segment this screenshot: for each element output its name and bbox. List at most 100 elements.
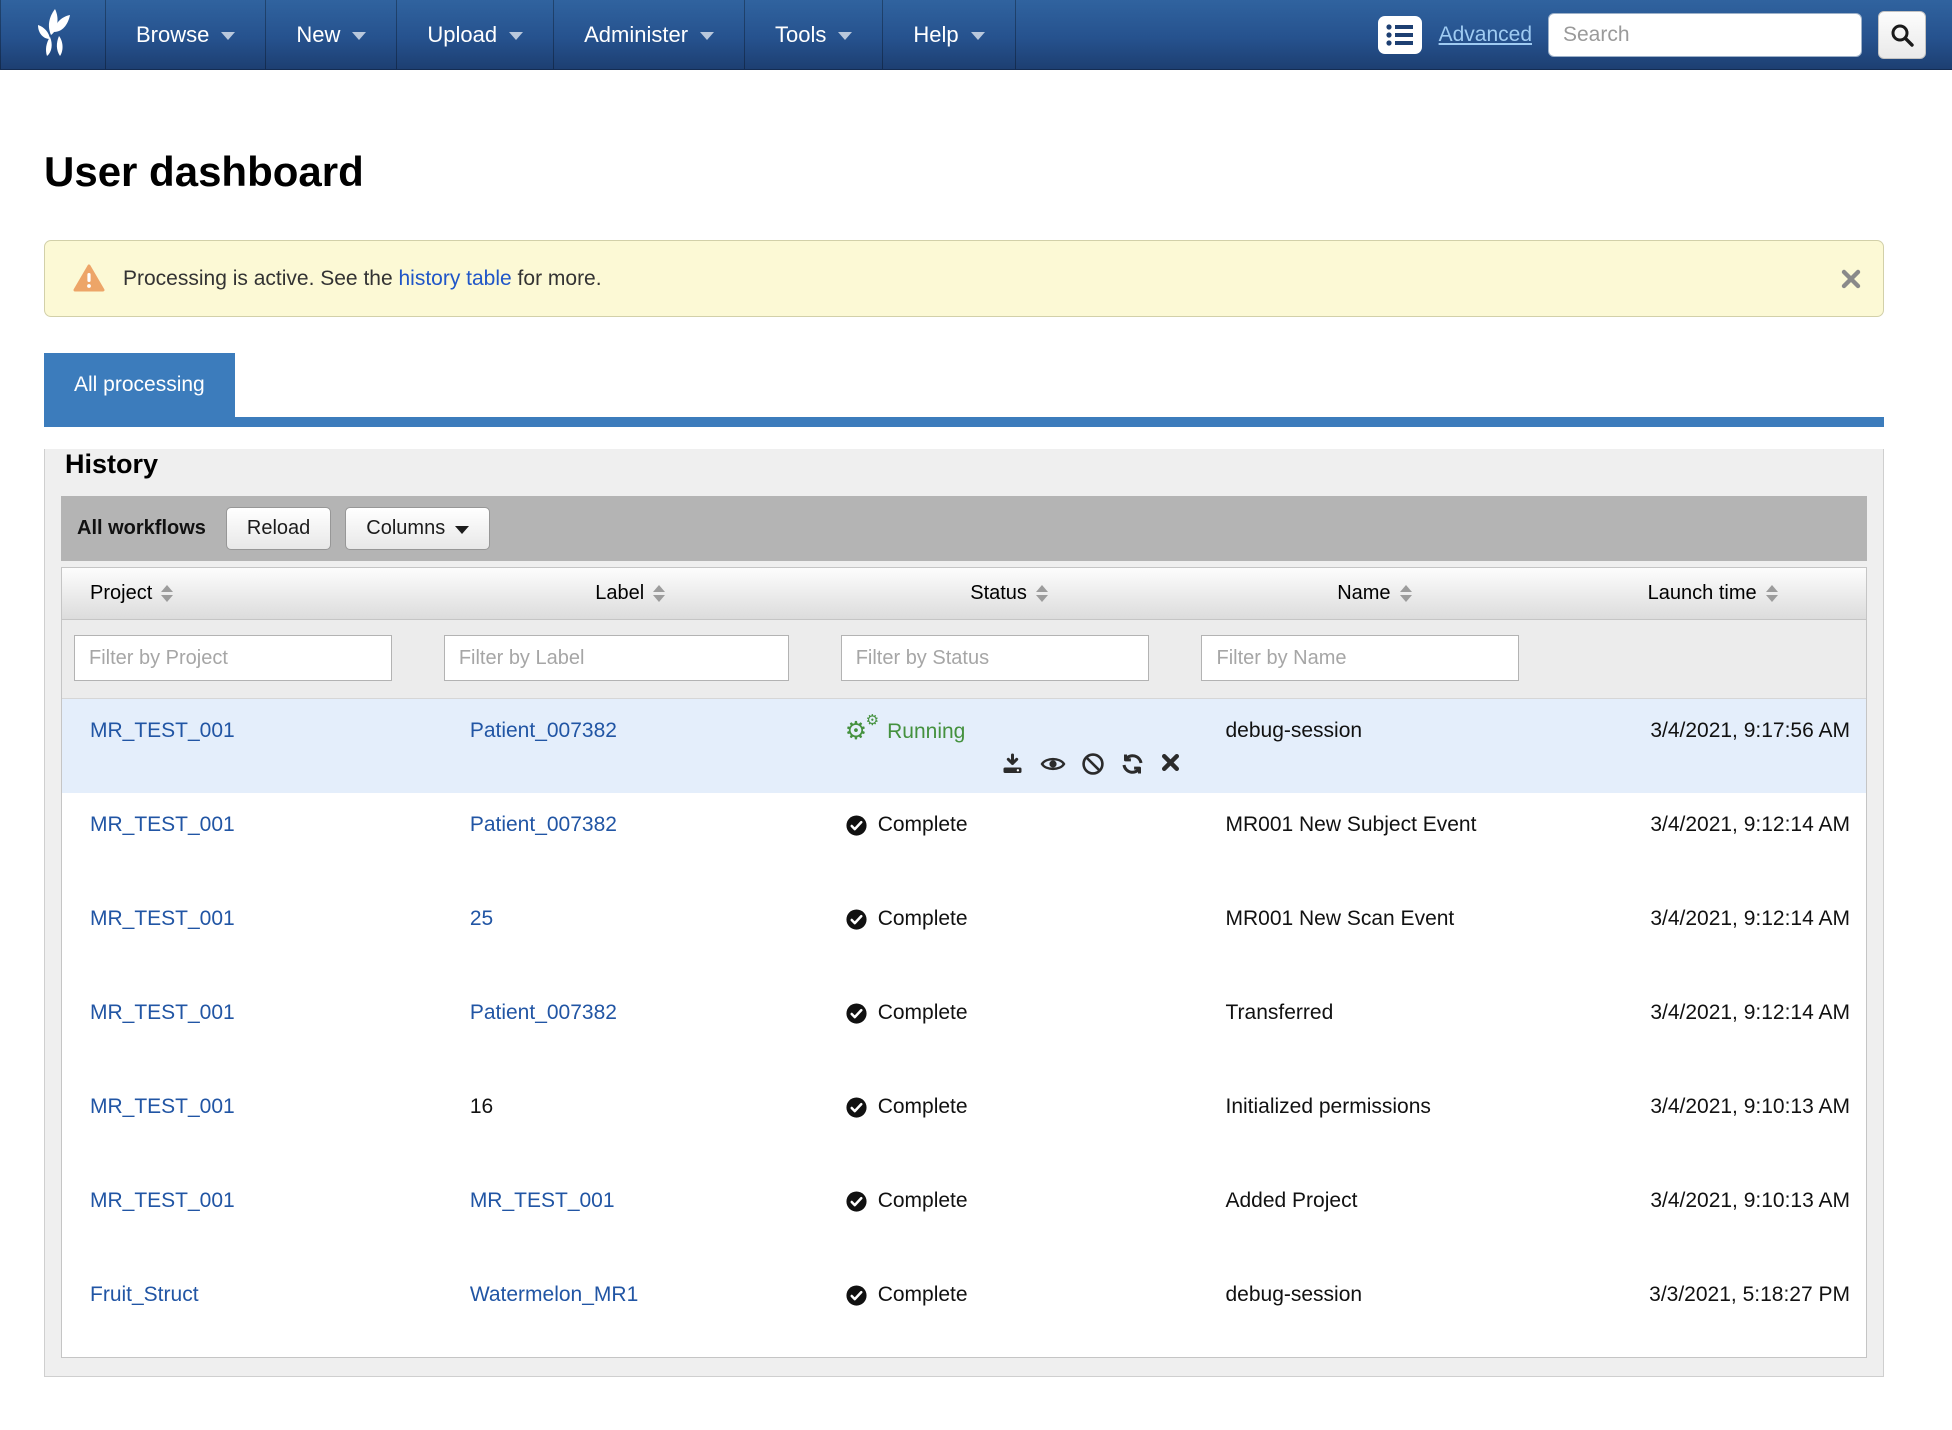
advanced-search-icon[interactable] bbox=[1377, 15, 1423, 55]
nav-menu-administer[interactable]: Administer bbox=[554, 0, 745, 69]
project-link[interactable]: MR_TEST_001 bbox=[90, 813, 235, 836]
workflow-name: debug-session bbox=[1189, 719, 1559, 743]
table-row[interactable]: MR_TEST_001 25 ⚙⚙ Complete bbox=[62, 887, 1866, 981]
project-cell: MR_TEST_001 bbox=[62, 813, 432, 837]
label-link[interactable]: Watermelon_MR1 bbox=[470, 1283, 638, 1306]
filter-status-input[interactable] bbox=[841, 635, 1150, 681]
project-cell: MR_TEST_001 bbox=[62, 907, 432, 931]
filter-project-input[interactable] bbox=[74, 635, 392, 681]
label-link[interactable]: 25 bbox=[470, 907, 493, 930]
ban-icon[interactable] bbox=[1081, 752, 1105, 776]
status-text: Complete bbox=[878, 1189, 968, 1213]
complete-check-icon bbox=[845, 1096, 868, 1119]
launch-time: 3/4/2021, 9:12:14 AM bbox=[1559, 907, 1866, 931]
status-cell: ⚙⚙ Complete bbox=[829, 1283, 1190, 1307]
table-row[interactable]: MR_TEST_001 Patient_007382 ⚙⚙ Complete bbox=[62, 981, 1866, 1075]
nav-menu-label: New bbox=[296, 22, 340, 48]
page-title: User dashboard bbox=[44, 148, 1884, 196]
sort-icon bbox=[653, 585, 665, 602]
project-link[interactable]: MR_TEST_001 bbox=[90, 1095, 235, 1118]
search-button[interactable] bbox=[1878, 11, 1926, 59]
sort-icon bbox=[1766, 585, 1778, 602]
alert-message: Processing is active. See the history ta… bbox=[123, 267, 602, 291]
tab-underline-bar bbox=[44, 417, 1884, 427]
sort-icon bbox=[1400, 585, 1412, 602]
status-line: ⚙⚙ Complete bbox=[845, 1283, 1190, 1307]
column-header-name[interactable]: Name bbox=[1189, 568, 1559, 619]
status-cell: ⚙⚙ Complete bbox=[829, 813, 1190, 837]
label-cell: MR_TEST_001 bbox=[432, 1189, 829, 1213]
launch-time: 3/4/2021, 9:12:14 AM bbox=[1559, 813, 1866, 837]
chevron-down-icon bbox=[838, 32, 852, 40]
nav-menu-label: Upload bbox=[427, 22, 497, 48]
filter-label-input[interactable] bbox=[444, 635, 789, 681]
status-text: Complete bbox=[878, 1095, 968, 1119]
label-link[interactable]: Patient_007382 bbox=[470, 813, 617, 836]
flower-logo-icon bbox=[26, 5, 80, 64]
history-table-link[interactable]: history table bbox=[398, 267, 511, 290]
filter-name-input[interactable] bbox=[1201, 635, 1519, 681]
project-link[interactable]: MR_TEST_001 bbox=[90, 907, 235, 930]
label-link[interactable]: Patient_007382 bbox=[470, 719, 617, 742]
download-icon[interactable] bbox=[1000, 752, 1025, 776]
nav-menu-browse[interactable]: Browse bbox=[106, 0, 266, 69]
chevron-down-icon bbox=[509, 32, 523, 40]
nav-menu-label: Help bbox=[913, 22, 958, 48]
status-cell: ⚙⚙ Complete bbox=[829, 1095, 1190, 1119]
label-cell: 16 bbox=[432, 1095, 829, 1119]
workflow-name: Added Project bbox=[1189, 1189, 1559, 1213]
nav-menu-help[interactable]: Help bbox=[883, 0, 1015, 69]
search-icon bbox=[1889, 22, 1915, 48]
complete-check-icon bbox=[845, 814, 868, 837]
chevron-down-icon bbox=[971, 32, 985, 40]
nav-menu-label: Administer bbox=[584, 22, 688, 48]
status-cell: ⚙⚙ Complete bbox=[829, 1189, 1190, 1213]
columns-button-label: Columns bbox=[366, 517, 445, 540]
advanced-search-link[interactable]: Advanced bbox=[1439, 23, 1532, 47]
table-row[interactable]: MR_TEST_001 Patient_007382 ⚙⚙ Running bbox=[62, 699, 1866, 793]
column-header-label[interactable]: Label bbox=[432, 568, 829, 619]
project-cell: MR_TEST_001 bbox=[62, 1001, 432, 1025]
column-header-launch-time[interactable]: Launch time bbox=[1559, 568, 1866, 619]
table-row[interactable]: MR_TEST_001 MR_TEST_001 ⚙⚙ Complete bbox=[62, 1169, 1866, 1263]
status-line: ⚙⚙ Complete bbox=[845, 1095, 1190, 1119]
view-icon[interactable] bbox=[1040, 752, 1066, 776]
label-link[interactable]: MR_TEST_001 bbox=[470, 1189, 615, 1212]
nav-right-group: Advanced bbox=[1377, 0, 1952, 69]
label-link[interactable]: Patient_007382 bbox=[470, 1001, 617, 1024]
project-link[interactable]: MR_TEST_001 bbox=[90, 1189, 235, 1212]
workflow-name: MR001 New Subject Event bbox=[1189, 813, 1559, 837]
nav-menu-tools[interactable]: Tools bbox=[745, 0, 883, 69]
workflow-name: Initialized permissions bbox=[1189, 1095, 1559, 1119]
columns-button[interactable]: Columns bbox=[345, 507, 490, 550]
history-heading: History bbox=[61, 449, 1867, 480]
project-link[interactable]: MR_TEST_001 bbox=[90, 1001, 235, 1024]
project-cell: Fruit_Struct bbox=[62, 1283, 432, 1307]
project-cell: MR_TEST_001 bbox=[62, 1095, 432, 1119]
table-row[interactable]: MR_TEST_001 16 ⚙⚙ Complete bbox=[62, 1075, 1866, 1169]
refresh-icon[interactable] bbox=[1120, 752, 1145, 776]
gears-running-icon: ⚙⚙ bbox=[845, 719, 877, 744]
chevron-down-icon bbox=[352, 32, 366, 40]
close-icon[interactable] bbox=[1160, 752, 1181, 776]
status-text: Complete bbox=[878, 813, 968, 837]
launch-time: 3/4/2021, 9:17:56 AM bbox=[1559, 719, 1866, 743]
column-header-project[interactable]: Project bbox=[62, 568, 432, 619]
search-input[interactable] bbox=[1548, 13, 1862, 57]
app-logo[interactable] bbox=[0, 0, 106, 69]
nav-menu-upload[interactable]: Upload bbox=[397, 0, 554, 69]
table-row[interactable]: Fruit_Struct Watermelon_MR1 ⚙⚙ Complete bbox=[62, 1263, 1866, 1357]
project-link[interactable]: Fruit_Struct bbox=[90, 1283, 199, 1306]
label-cell: Patient_007382 bbox=[432, 813, 829, 837]
project-cell: MR_TEST_001 bbox=[62, 719, 432, 743]
status-cell: ⚙⚙ Running bbox=[829, 719, 1190, 776]
table-row[interactable]: MR_TEST_001 Patient_007382 ⚙⚙ Complete bbox=[62, 793, 1866, 887]
close-icon[interactable] bbox=[1841, 269, 1861, 289]
column-header-status[interactable]: Status bbox=[829, 568, 1190, 619]
sort-icon bbox=[161, 585, 173, 602]
project-link[interactable]: MR_TEST_001 bbox=[90, 719, 235, 742]
tab-all-processing[interactable]: All processing bbox=[44, 353, 235, 417]
status-cell: ⚙⚙ Complete bbox=[829, 1001, 1190, 1025]
nav-menu-new[interactable]: New bbox=[266, 0, 397, 69]
reload-button[interactable]: Reload bbox=[226, 507, 331, 550]
